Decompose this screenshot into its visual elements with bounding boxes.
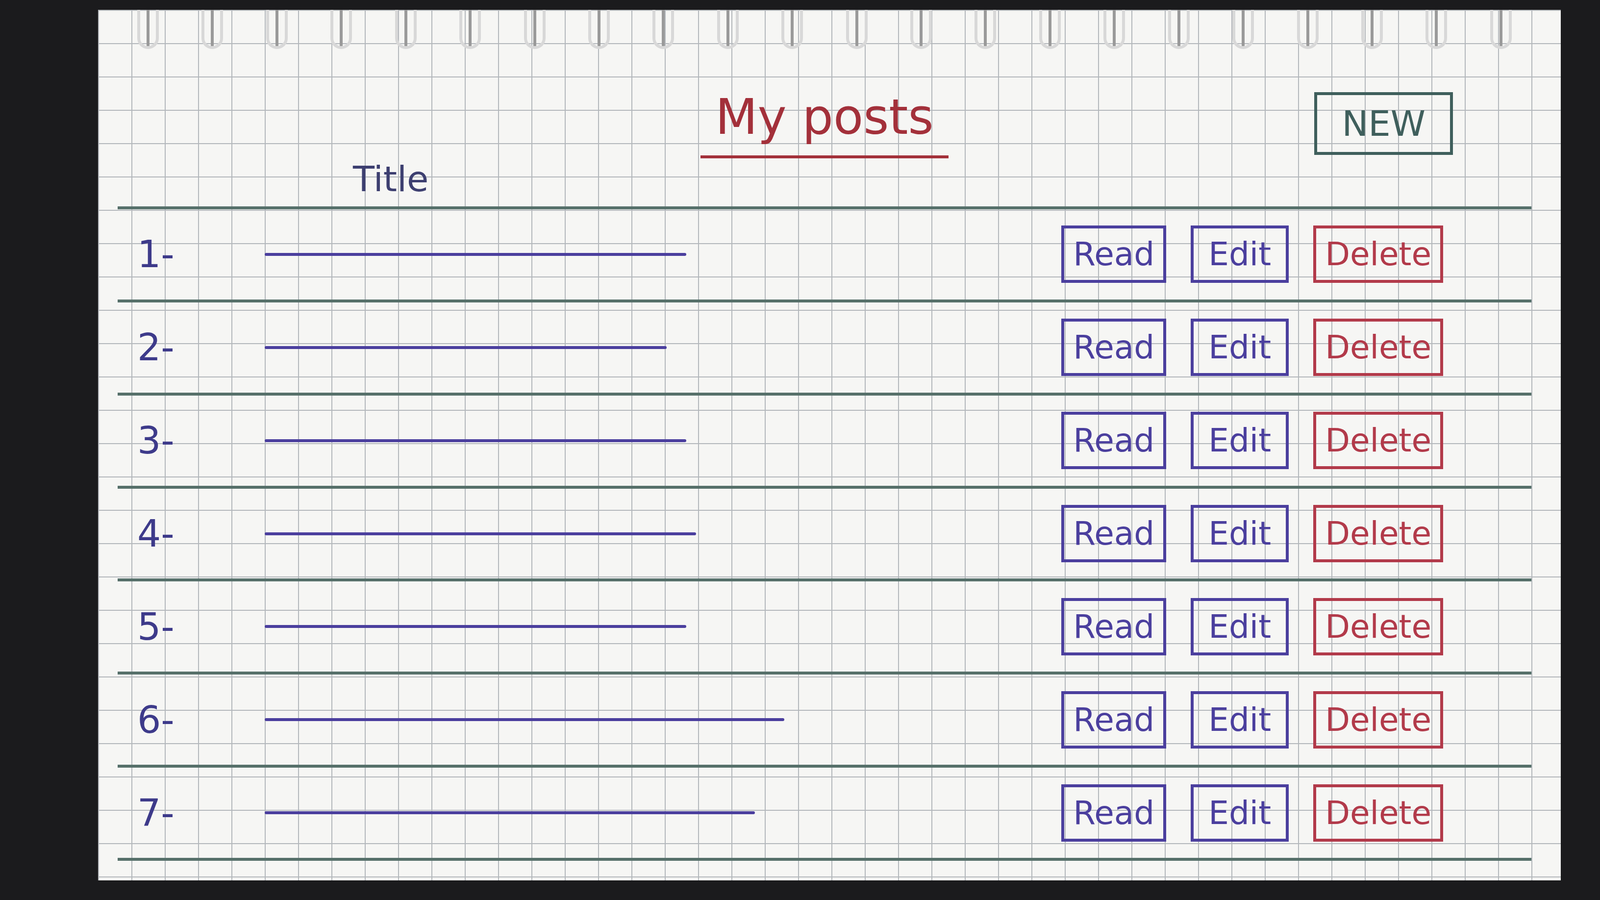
- page-title: My posts: [700, 88, 949, 159]
- desk: My posts NEW Title 1- Read Edit Delete 2- Read Ed…: [0, 0, 1600, 900]
- ring-icon: [1103, 9, 1125, 50]
- action-button[interactable]: Read: [1061, 504, 1167, 563]
- ring-icon: [524, 9, 546, 50]
- action-button[interactable]: Delete: [1313, 411, 1444, 470]
- post-row: 4- Read Edit Delete: [117, 488, 1532, 582]
- post-row: 7- Read Edit Delete: [117, 767, 1532, 861]
- title-placeholder-line: [264, 811, 755, 815]
- ring-icon: [395, 9, 417, 50]
- new-wrap: NEW: [948, 92, 1532, 155]
- ring-icon: [1297, 9, 1319, 50]
- row-actions: Read Edit Delete: [1061, 411, 1532, 470]
- title-placeholder-line: [264, 718, 785, 722]
- action-button[interactable]: Edit: [1190, 504, 1289, 563]
- new-button[interactable]: NEW: [1314, 92, 1453, 155]
- title-cell: [264, 252, 1062, 256]
- row-index: 2-: [117, 325, 265, 370]
- title-placeholder-line: [264, 252, 687, 256]
- title-placeholder-line: [264, 532, 697, 536]
- action-button[interactable]: Edit: [1190, 784, 1289, 842]
- action-button[interactable]: Edit: [1190, 411, 1289, 470]
- post-list: 1- Read Edit Delete 2- Read Edit Delete 3- Read Ed…: [117, 209, 1532, 861]
- action-button[interactable]: Edit: [1190, 318, 1289, 376]
- row-index: 5-: [117, 604, 265, 649]
- action-button[interactable]: Read: [1061, 784, 1167, 842]
- title-cell: [264, 718, 1062, 722]
- ring-icon: [781, 9, 803, 50]
- column-label: Title: [352, 158, 429, 200]
- post-row: 2- Read Edit Delete: [117, 302, 1532, 396]
- action-button[interactable]: Read: [1061, 225, 1167, 283]
- page-header: My posts NEW: [117, 53, 1532, 159]
- ring-icon: [717, 9, 739, 50]
- title-placeholder-line: [264, 439, 687, 443]
- row-actions: Read Edit Delete: [1061, 691, 1532, 749]
- title-cell: [264, 532, 1062, 536]
- row-actions: Read Edit Delete: [1061, 225, 1532, 283]
- row-index: 1-: [117, 232, 265, 276]
- row-index: 4-: [117, 511, 265, 556]
- title-cell: [264, 625, 1062, 628]
- row-actions: Read Edit Delete: [1061, 504, 1532, 563]
- action-button[interactable]: Delete: [1313, 598, 1444, 656]
- ring-icon: [330, 9, 352, 50]
- row-actions: Read Edit Delete: [1061, 318, 1532, 376]
- notebook-page: My posts NEW Title 1- Read Edit Delete 2- Read Ed…: [98, 9, 1561, 881]
- action-button[interactable]: Read: [1061, 691, 1167, 749]
- action-button[interactable]: Edit: [1190, 225, 1289, 283]
- action-button[interactable]: Delete: [1313, 504, 1444, 563]
- post-row: 3- Read Edit Delete: [117, 395, 1532, 489]
- row-actions: Read Edit Delete: [1061, 598, 1532, 656]
- ring-icon: [1490, 9, 1512, 50]
- title-cell: [264, 439, 1062, 443]
- spiral-binding: [117, 9, 1532, 54]
- post-row: 1- Read Edit Delete: [117, 209, 1532, 303]
- row-index: 6-: [117, 698, 265, 742]
- row-index: 3-: [117, 418, 265, 463]
- action-button[interactable]: Edit: [1190, 598, 1289, 656]
- title-placeholder-line: [264, 625, 687, 628]
- ring-icon: [137, 9, 159, 50]
- ring-icon: [1425, 9, 1448, 50]
- ring-icon: [266, 9, 288, 50]
- title-cell: [264, 346, 1062, 350]
- action-button[interactable]: Delete: [1313, 784, 1444, 842]
- ring-icon: [652, 9, 675, 50]
- title-cell: [264, 811, 1062, 815]
- action-button[interactable]: Delete: [1313, 225, 1444, 283]
- ring-icon: [1168, 9, 1190, 50]
- action-button[interactable]: Edit: [1190, 691, 1289, 749]
- ring-icon: [910, 9, 932, 50]
- ring-icon: [1039, 9, 1061, 50]
- ring-icon: [588, 9, 610, 50]
- ring-icon: [1361, 9, 1383, 50]
- ring-icon: [846, 9, 868, 50]
- post-row: 5- Read Edit Delete: [117, 581, 1532, 675]
- title-placeholder-line: [264, 346, 667, 350]
- action-button[interactable]: Read: [1061, 598, 1167, 656]
- ring-icon: [459, 9, 481, 50]
- ring-icon: [1232, 9, 1254, 50]
- ring-icon: [974, 9, 997, 50]
- action-button[interactable]: Delete: [1313, 318, 1444, 376]
- action-button[interactable]: Read: [1061, 318, 1167, 376]
- ring-icon: [201, 9, 224, 50]
- post-row: 6- Read Edit Delete: [117, 674, 1532, 768]
- column-header: Title: [117, 158, 1532, 210]
- row-index: 7-: [117, 791, 265, 835]
- action-button[interactable]: Read: [1061, 411, 1167, 470]
- action-button[interactable]: Delete: [1313, 691, 1444, 749]
- row-actions: Read Edit Delete: [1061, 784, 1532, 842]
